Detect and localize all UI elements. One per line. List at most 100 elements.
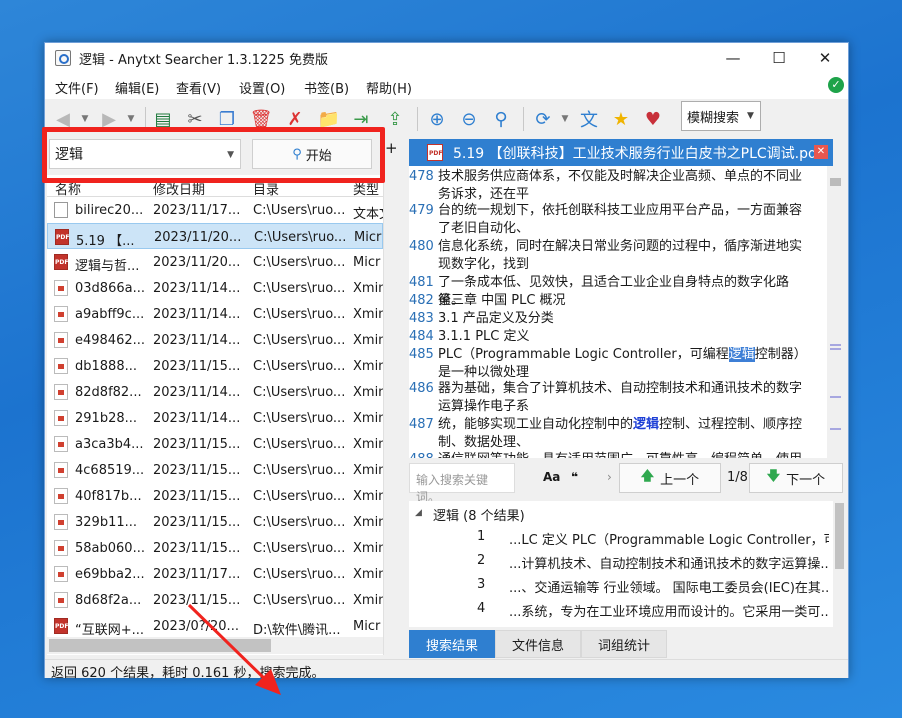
menu-settings[interactable]: 设置(O) bbox=[239, 78, 285, 97]
close-button[interactable]: ✕ bbox=[802, 43, 848, 73]
refresh-dropdown-icon[interactable]: ▼ bbox=[553, 107, 577, 131]
line-number: 481 bbox=[409, 275, 434, 290]
file-icon bbox=[55, 229, 69, 245]
cell-date: 2023/11/15... bbox=[153, 489, 241, 504]
minimize-button[interactable]: — bbox=[710, 43, 756, 73]
cell-dir: C:\Users\ruo... bbox=[253, 437, 346, 452]
zoom-in-icon[interactable]: ⊕ bbox=[425, 107, 449, 131]
cell-dir: C:\Users\ruo... bbox=[253, 281, 346, 296]
previous-label: 上一个 bbox=[660, 472, 700, 488]
hit-item[interactable]: 4 ...系统，专为在工业环境应用而设计的。它采用一类可... bbox=[409, 597, 829, 621]
line-number: 478 bbox=[409, 169, 434, 184]
results-vertical-scrollbar[interactable] bbox=[383, 175, 400, 655]
hits-group[interactable]: ◢ 逻辑 (8 个结果) bbox=[409, 501, 829, 525]
hit-snippet: ...系统，专为在工业环境应用而设计的。它采用一类可... bbox=[509, 605, 829, 620]
refresh-icon[interactable]: ⟳ bbox=[531, 107, 555, 131]
maximize-button[interactable]: ☐ bbox=[756, 43, 802, 73]
export-icon[interactable]: ⇪ bbox=[383, 107, 407, 131]
app-search-icon bbox=[55, 50, 71, 66]
table-row[interactable]: a3ca3b4... 2023/11/15... C:\Users\ruo... Xm… bbox=[47, 431, 383, 457]
cell-type: Xmin bbox=[353, 359, 383, 374]
table-row[interactable]: 40f817b... 2023/11/15... C:\Users\ruo... Xm… bbox=[47, 483, 383, 509]
cell-dir: C:\Users\ruo... bbox=[253, 203, 346, 218]
hit-number: 3 bbox=[477, 577, 486, 592]
hit-counter: 1/8 bbox=[727, 470, 748, 485]
hit-item[interactable]: 2 ...计算机技术、自动控制技术和通讯技术的数字运算操... bbox=[409, 549, 829, 573]
preview-scrollbar[interactable] bbox=[827, 166, 844, 458]
line-number: 479 bbox=[409, 203, 434, 218]
table-row[interactable]: 5.19 【... 2023/11/20... C:\Users\ruo... Mic… bbox=[47, 223, 383, 249]
zoom-out-icon[interactable]: ⊖ bbox=[457, 107, 481, 131]
cell-date: 2023/11/15... bbox=[153, 515, 241, 530]
table-row[interactable]: 58ab060... 2023/11/15... C:\Users\ruo... Xm… bbox=[47, 535, 383, 561]
table-row[interactable]: a9abff9c... 2023/11/14... C:\Users\ruo... X… bbox=[47, 301, 383, 327]
cell-type: Xmin bbox=[353, 567, 383, 582]
cell-type: Xmin bbox=[353, 437, 383, 452]
close-tab-icon[interactable]: ✕ bbox=[814, 145, 828, 159]
hit-marker bbox=[830, 344, 841, 346]
translate-icon[interactable]: 文 bbox=[577, 107, 601, 131]
line-text-part: 统，能够实现工业自动化控制中的 bbox=[438, 417, 634, 432]
tab-phrase-stats[interactable]: 词组统计 bbox=[581, 630, 667, 658]
table-row[interactable]: e498462... 2023/11/14... C:\Users\ruo... Xm… bbox=[47, 327, 383, 353]
file-icon bbox=[54, 488, 68, 504]
tab-search-results[interactable]: 搜索结果 bbox=[409, 630, 495, 658]
previous-hit-button[interactable]: 🡅 上一个 bbox=[619, 463, 721, 493]
cell-date: 2023/11/14... bbox=[153, 333, 241, 348]
match-case-toggle[interactable]: Aa bbox=[543, 470, 560, 484]
line-text: 通信联网等功能，具有适用范围广、可靠性高、编程简单、使用方 bbox=[438, 451, 808, 458]
hit-item[interactable]: 3 ...、交通运输等 行业领域。 国际电工委员会(IEC)在其... bbox=[409, 573, 829, 597]
table-row[interactable]: db1888... 2023/11/15... C:\Users\ruo... Xmi… bbox=[47, 353, 383, 379]
line-number: 480 bbox=[409, 239, 434, 254]
keyword-highlight: 逻辑 bbox=[728, 347, 755, 362]
menu-edit[interactable]: 编辑(E) bbox=[115, 78, 159, 97]
cell-dir: C:\Users\ruo... bbox=[253, 359, 346, 374]
highlight-annotation bbox=[42, 127, 385, 183]
table-row[interactable]: 03d866a... 2023/11/14... C:\Users\ruo... Xm… bbox=[47, 275, 383, 301]
next-hit-button[interactable]: 🡇 下一个 bbox=[749, 463, 843, 493]
chevron-right-icon[interactable]: › bbox=[607, 470, 612, 484]
search-mode-select[interactable]: 模糊搜索 ▼ bbox=[681, 101, 761, 131]
scrollbar-thumb[interactable] bbox=[835, 503, 844, 569]
collapse-icon[interactable]: ◢ bbox=[415, 508, 422, 518]
tab-file-info[interactable]: 文件信息 bbox=[495, 630, 581, 658]
whole-word-toggle[interactable]: ❝ bbox=[571, 470, 578, 484]
cell-name: e69bba2... bbox=[75, 567, 145, 582]
table-row[interactable]: 329b11... 2023/11/15... C:\Users\ruo... Xmi… bbox=[47, 509, 383, 535]
hits-tree: ◢ 逻辑 (8 个结果) 1 ...LC 定义 PLC（Programmable … bbox=[409, 501, 833, 627]
scrollbar-thumb[interactable] bbox=[830, 178, 841, 186]
table-row[interactable]: e69bba2... 2023/11/17... C:\Users\ruo... Xm… bbox=[47, 561, 383, 587]
bottom-tabs: 搜索结果 文件信息 词组统计 bbox=[409, 630, 845, 658]
hit-marker bbox=[830, 396, 841, 398]
search-icon[interactable]: ⚲ bbox=[489, 107, 513, 131]
star-icon[interactable]: ★ bbox=[609, 107, 633, 131]
document-preview: 478 技术服务供应商体系，不仅能及时解决企业高频、单点的不同业务诉求，还在平 47… bbox=[409, 166, 833, 458]
cell-name: bilirec20... bbox=[75, 203, 144, 218]
table-row[interactable]: 82d8f82... 2023/11/14... C:\Users\ruo... Xm… bbox=[47, 379, 383, 405]
document-tab[interactable]: 5.19 【创联科技】工业技术服务行业白皮书之PLC调试.pdf ✕ bbox=[409, 139, 833, 166]
table-row[interactable]: 逻辑与哲... 2023/11/20... C:\Users\ruo... Micr bbox=[47, 249, 383, 275]
check-icon: ✓ bbox=[828, 77, 844, 93]
cell-date: 2023/11/20... bbox=[154, 230, 242, 245]
hit-number: 2 bbox=[477, 553, 486, 568]
menu-file[interactable]: 文件(F) bbox=[55, 78, 99, 97]
find-input[interactable]: 输入搜索关键词。 bbox=[409, 463, 515, 504]
menu-bookmarks[interactable]: 书签(B) bbox=[304, 78, 349, 97]
cell-date: 2023/11/15... bbox=[153, 359, 241, 374]
table-row[interactable]: 291b28... 2023/11/14... C:\Users\ruo... Xmi… bbox=[47, 405, 383, 431]
line-number: 488 bbox=[409, 451, 434, 458]
table-row[interactable]: bilirec20... 2023/11/17... C:\Users\ruo...… bbox=[47, 197, 383, 223]
menu-help[interactable]: 帮助(H) bbox=[366, 78, 412, 97]
cell-name: 03d866a... bbox=[75, 281, 145, 296]
cell-type: Xmin bbox=[353, 515, 383, 530]
hit-item[interactable]: 1 ...LC 定义 PLC（Programmable Logic Control… bbox=[409, 525, 829, 549]
file-icon bbox=[54, 436, 68, 452]
title-bar: 逻辑 - Anytxt Searcher 1.3.1225 免费版 — ☐ ✕ bbox=[45, 43, 848, 73]
table-row[interactable]: 4c68519... 2023/11/15... C:\Users\ruo... Xm… bbox=[47, 457, 383, 483]
line-text-part: 台的统一规划下，依托创联科技工业应用平台产品，一方面兼容了老旧自动化、 bbox=[438, 203, 803, 236]
menu-view[interactable]: 查看(V) bbox=[176, 78, 221, 97]
hit-snippet: ...、交通运输等 行业领域。 国际电工委员会(IEC)在其... bbox=[509, 581, 829, 596]
add-tab-icon[interactable]: + bbox=[385, 139, 398, 157]
hits-scrollbar[interactable] bbox=[833, 501, 846, 627]
heart-icon[interactable]: ♥ bbox=[641, 107, 665, 131]
